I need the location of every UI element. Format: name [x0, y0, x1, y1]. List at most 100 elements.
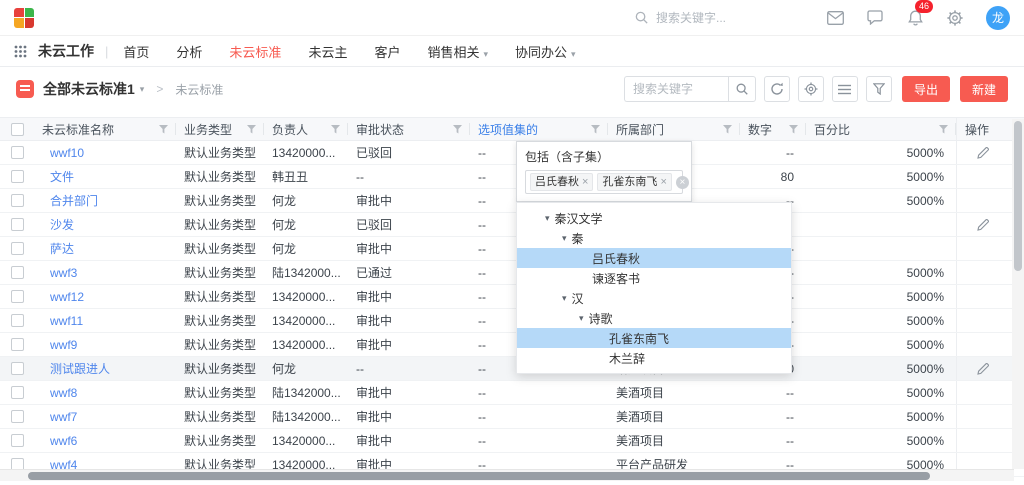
tree-expand-icon[interactable]: ▾: [562, 293, 567, 304]
table-row[interactable]: wwf12默认业务类型13420000...审批中----5000%: [0, 285, 1024, 309]
column-filter-icon[interactable]: [247, 125, 256, 134]
table-row[interactable]: 沙发默认业务类型何龙已驳回--: [0, 213, 1024, 237]
column-filter-icon[interactable]: [939, 125, 948, 134]
tree-node-3[interactable]: 谏逐客书: [517, 268, 791, 288]
clear-tags-icon[interactable]: ×: [676, 176, 689, 189]
row-checkbox[interactable]: [11, 386, 24, 399]
row-checkbox[interactable]: [11, 218, 24, 231]
tree-expand-icon[interactable]: ▾: [579, 313, 584, 324]
row-checkbox[interactable]: [11, 434, 24, 447]
app-logo[interactable]: [14, 8, 34, 28]
cell-name[interactable]: wwf6: [34, 429, 176, 452]
column-header-6[interactable]: 数字: [740, 118, 806, 140]
vertical-scrollbar[interactable]: [1012, 119, 1024, 469]
tree-expand-icon[interactable]: ▾: [562, 233, 567, 244]
list-search-button[interactable]: [728, 76, 756, 102]
tree-node-4[interactable]: ▾汉: [517, 288, 791, 308]
settings-gear-icon[interactable]: [798, 76, 824, 102]
table-row[interactable]: wwf10默认业务类型13420000...已驳回----5000%: [0, 141, 1024, 165]
column-filter-icon[interactable]: [331, 125, 340, 134]
nav-item-1[interactable]: 分析: [176, 42, 202, 61]
cell-name[interactable]: 沙发: [34, 213, 176, 236]
cell-name[interactable]: wwf9: [34, 333, 176, 356]
mail-icon[interactable]: [826, 9, 844, 27]
nav-item-0[interactable]: 首页: [123, 42, 149, 61]
column-header-3[interactable]: 审批状态: [348, 118, 470, 140]
list-search-input[interactable]: [624, 76, 728, 102]
select-all-checkbox[interactable]: [11, 123, 24, 136]
bell-icon[interactable]: 46: [906, 9, 924, 27]
filter-tag-input[interactable]: 吕氏春秋×孔雀东南飞××: [525, 170, 683, 194]
column-header-1[interactable]: 业务类型: [176, 118, 264, 140]
table-row[interactable]: 萨达默认业务类型何龙审批中----: [0, 237, 1024, 261]
row-checkbox[interactable]: [11, 170, 24, 183]
table-row[interactable]: 测试跟进人默认业务类型何龙----增加项目组505000%: [0, 357, 1024, 381]
row-checkbox[interactable]: [11, 146, 24, 159]
cell-name[interactable]: wwf10: [34, 141, 176, 164]
tree-node-5[interactable]: ▾诗歌: [517, 308, 791, 328]
row-checkbox[interactable]: [11, 242, 24, 255]
refresh-icon[interactable]: [764, 76, 790, 102]
gear-icon[interactable]: [946, 9, 964, 27]
table-row[interactable]: 文件默认业务类型韩丑丑----805000%: [0, 165, 1024, 189]
column-header-8[interactable]: 操作: [956, 118, 1008, 140]
cell-name[interactable]: wwf8: [34, 381, 176, 404]
table-row[interactable]: 合并部门默认业务类型何龙审批中----5000%: [0, 189, 1024, 213]
column-filter-icon[interactable]: [723, 125, 732, 134]
row-checkbox[interactable]: [11, 338, 24, 351]
view-title[interactable]: 全部未云标准1: [43, 79, 135, 99]
row-checkbox[interactable]: [11, 194, 24, 207]
global-search[interactable]: 搜索关键字...: [634, 9, 726, 26]
remove-tag-icon[interactable]: ×: [660, 174, 666, 190]
cell-name[interactable]: 文件: [34, 165, 176, 188]
cell-name[interactable]: wwf3: [34, 261, 176, 284]
cell-name[interactable]: wwf12: [34, 285, 176, 308]
column-list-icon[interactable]: [832, 76, 858, 102]
column-header-5[interactable]: 所属部门: [608, 118, 740, 140]
nav-item-3[interactable]: 未云主: [308, 42, 347, 61]
cell-name[interactable]: 萨达: [34, 237, 176, 260]
app-launcher-icon[interactable]: [14, 45, 27, 58]
export-button[interactable]: 导出: [902, 76, 950, 102]
view-selector-caret-icon[interactable]: ▾: [140, 84, 145, 95]
table-row[interactable]: wwf9默认业务类型13420000...审批中----5000%: [0, 333, 1024, 357]
row-checkbox[interactable]: [11, 266, 24, 279]
column-filter-icon[interactable]: [159, 125, 168, 134]
row-checkbox[interactable]: [11, 410, 24, 423]
cell-name[interactable]: 测试跟进人: [34, 357, 176, 380]
column-header-2[interactable]: 负责人: [264, 118, 348, 140]
horizontal-scrollbar[interactable]: [0, 469, 1014, 481]
chat-icon[interactable]: [866, 9, 884, 27]
cell-name[interactable]: wwf11: [34, 309, 176, 332]
edit-icon[interactable]: [977, 363, 989, 375]
table-row[interactable]: wwf3默认业务类型陆1342000...已通过----5000%: [0, 261, 1024, 285]
column-filter-icon[interactable]: [591, 125, 600, 134]
table-row[interactable]: wwf8默认业务类型陆1342000...审批中--美酒项目--5000%: [0, 381, 1024, 405]
edit-icon[interactable]: [977, 219, 989, 231]
table-row[interactable]: wwf6默认业务类型13420000...审批中--美酒项目--5000%: [0, 429, 1024, 453]
filter-funnel-icon[interactable]: [866, 76, 892, 102]
column-filter-icon[interactable]: [453, 125, 462, 134]
tree-node-7[interactable]: 木兰辞: [517, 348, 791, 368]
column-filter-icon[interactable]: [789, 125, 798, 134]
tree-node-2[interactable]: 吕氏春秋: [517, 248, 791, 268]
avatar[interactable]: 龙: [986, 6, 1010, 30]
vertical-scrollbar-thumb[interactable]: [1014, 121, 1022, 271]
edit-icon[interactable]: [977, 147, 989, 159]
table-row[interactable]: wwf11默认业务类型13420000...审批中----5000%: [0, 309, 1024, 333]
cell-name[interactable]: 合并部门: [34, 189, 176, 212]
row-checkbox[interactable]: [11, 290, 24, 303]
row-checkbox[interactable]: [11, 314, 24, 327]
tree-node-1[interactable]: ▾秦: [517, 228, 791, 248]
column-header-0[interactable]: 未云标准名称: [34, 118, 176, 140]
cell-name[interactable]: wwf7: [34, 405, 176, 428]
tree-expand-icon[interactable]: ▾: [545, 213, 550, 224]
nav-item-6[interactable]: 协同办公▾: [515, 42, 576, 61]
column-header-4[interactable]: 选项值集的: [470, 118, 608, 140]
create-button[interactable]: 新建: [960, 76, 1008, 102]
workspace-title[interactable]: 未云工作: [38, 41, 94, 61]
remove-tag-icon[interactable]: ×: [582, 174, 588, 190]
column-header-7[interactable]: 百分比: [806, 118, 956, 140]
nav-item-5[interactable]: 销售相关▾: [427, 42, 488, 61]
nav-item-4[interactable]: 客户: [374, 42, 400, 61]
